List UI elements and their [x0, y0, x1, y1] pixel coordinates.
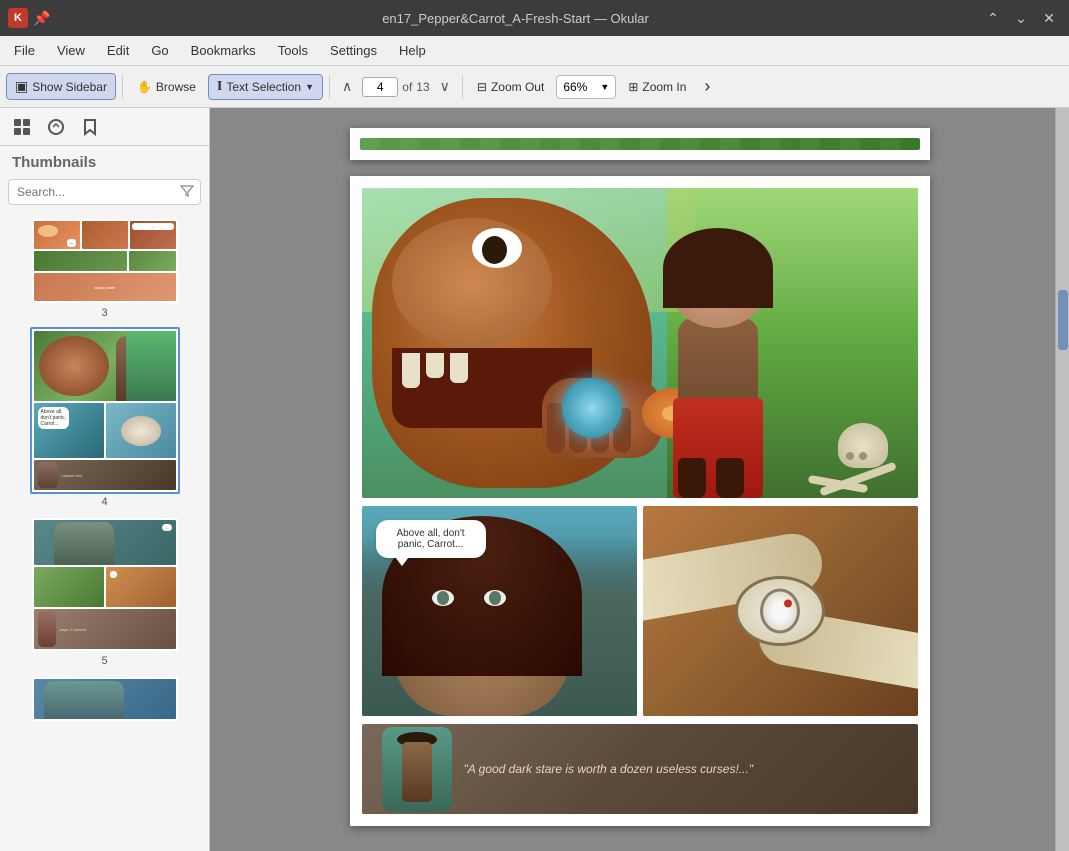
toolbar-separator-2: [329, 75, 330, 99]
sidebar-title: Thumbnails: [0, 146, 209, 179]
pdf-view[interactable]: Above all, don't panic, Carrot...: [210, 108, 1069, 851]
titlebar: K 📌 en17_Pepper&Carrot_A-Fresh-Start — O…: [0, 0, 1069, 36]
page-total: 13: [416, 80, 429, 94]
caption-text: "A good dark stare is worth a dozen usel…: [464, 761, 754, 778]
next-page-button[interactable]: ∨: [434, 76, 456, 97]
show-sidebar-label: Show Sidebar: [32, 80, 107, 94]
content-area: Above all, don't panic, Carrot...: [210, 108, 1069, 851]
right-scrollbar[interactable]: [1055, 108, 1069, 851]
thumbnail-image-4: Above all,don't panic,Carrot... caption …: [30, 327, 180, 494]
panel-bottom-left: Above all, don't panic, Carrot...: [362, 506, 637, 716]
thumbnail-page-5[interactable]: ... ... page 5 content: [30, 516, 180, 667]
browse-label: Browse: [156, 80, 196, 94]
zoom-in-label: Zoom In: [642, 80, 686, 94]
panel-bottom-right: [643, 506, 918, 716]
pin-icon[interactable]: 📌: [34, 10, 50, 26]
zoom-level-value: 66%: [563, 80, 587, 94]
window-title: en17_Pepper&Carrot_A-Fresh-Start — Okula…: [382, 11, 649, 26]
maximize-button[interactable]: ⌄: [1009, 6, 1033, 30]
search-bar: [8, 179, 201, 205]
sidebar-icon: ▣: [15, 78, 28, 95]
thumbnail-page-4[interactable]: Above all,don't panic,Carrot... caption …: [30, 327, 180, 508]
thumbnails-list: ... ...: [0, 213, 209, 851]
main-toolbar: ▣ Show Sidebar ✋ Browse I Text Selection…: [0, 66, 1069, 108]
prev-page-button[interactable]: ∧: [336, 76, 358, 97]
search-input[interactable]: [15, 182, 180, 202]
close-button[interactable]: ✕: [1037, 6, 1061, 30]
minimize-button[interactable]: ⌃: [981, 6, 1005, 30]
thumbnails-view-button[interactable]: [8, 113, 36, 141]
page-of-label: of: [402, 80, 412, 94]
sidebar: Thumbnails ...: [0, 108, 210, 851]
bookmarks-view-button[interactable]: [76, 113, 104, 141]
bottom-panels: Above all, don't panic, Carrot...: [362, 506, 918, 716]
thumbnail-label-4: 4: [101, 496, 107, 508]
zoom-out-label: Zoom Out: [491, 80, 544, 94]
zoom-out-button[interactable]: ⊟ Zoom Out: [469, 76, 552, 98]
speech-bubble: Above all, don't panic, Carrot...: [376, 520, 486, 558]
menu-edit[interactable]: Edit: [97, 39, 139, 62]
menu-go[interactable]: Go: [141, 39, 178, 62]
thumbnail-page-6[interactable]: [30, 675, 180, 723]
thumbnail-image-6: [30, 675, 180, 723]
zoom-dropdown-icon: ▼: [600, 82, 609, 92]
text-selection-button[interactable]: I Text Selection ▼: [208, 74, 323, 100]
thumbnail-label-5: 5: [101, 655, 107, 667]
thumbnail-image-3: ... ...: [30, 217, 180, 305]
page-navigation: ∧ of 13 ∨: [336, 76, 456, 97]
toolbar-separator-3: [462, 75, 463, 99]
panel-top-scene: [362, 188, 918, 498]
titlebar-left: K 📌: [8, 8, 50, 28]
window-controls: ⌃ ⌄ ✕: [981, 6, 1061, 30]
toolbar-separator-1: [122, 75, 123, 99]
menu-view[interactable]: View: [47, 39, 95, 62]
browse-icon: ✋: [137, 80, 152, 94]
zoom-in-icon: ⊞: [628, 80, 638, 94]
text-selection-icon: I: [217, 79, 222, 95]
menubar: File View Edit Go Bookmarks Tools Settin…: [0, 36, 1069, 66]
zoom-level-dropdown[interactable]: 66% ▼: [556, 75, 616, 99]
page-top-strip: [350, 128, 930, 160]
menu-tools[interactable]: Tools: [268, 39, 318, 62]
thumbnail-image-5: ... ... page 5 content: [30, 516, 180, 653]
page-4-container: Above all, don't panic, Carrot...: [350, 176, 930, 826]
page-number-input[interactable]: [362, 77, 398, 97]
menu-help[interactable]: Help: [389, 39, 436, 62]
speech-bubble-text: Above all, don't panic, Carrot...: [396, 528, 464, 550]
app-icon: K: [8, 8, 28, 28]
menu-settings[interactable]: Settings: [320, 39, 387, 62]
text-selection-dropdown-icon: ▼: [305, 82, 314, 92]
zoom-in-button[interactable]: ⊞ Zoom In: [620, 76, 694, 98]
filter-button[interactable]: [180, 184, 194, 201]
more-tools-button[interactable]: ›: [698, 74, 716, 99]
menu-bookmarks[interactable]: Bookmarks: [181, 39, 266, 62]
menu-file[interactable]: File: [4, 39, 45, 62]
browse-button[interactable]: ✋ Browse: [129, 76, 204, 98]
text-selection-label: Text Selection: [226, 80, 301, 94]
annotations-view-button[interactable]: [42, 113, 70, 141]
scroll-thumb[interactable]: [1058, 290, 1068, 350]
thumbnail-label-3: 3: [101, 307, 107, 319]
zoom-out-icon: ⊟: [477, 80, 487, 94]
show-sidebar-button[interactable]: ▣ Show Sidebar: [6, 73, 116, 100]
secondary-toolbar: [0, 108, 209, 146]
main-area: Thumbnails ...: [0, 108, 1069, 851]
panel-caption: "A good dark stare is worth a dozen usel…: [362, 724, 918, 814]
thumbnail-page-3[interactable]: ... ...: [30, 217, 180, 319]
